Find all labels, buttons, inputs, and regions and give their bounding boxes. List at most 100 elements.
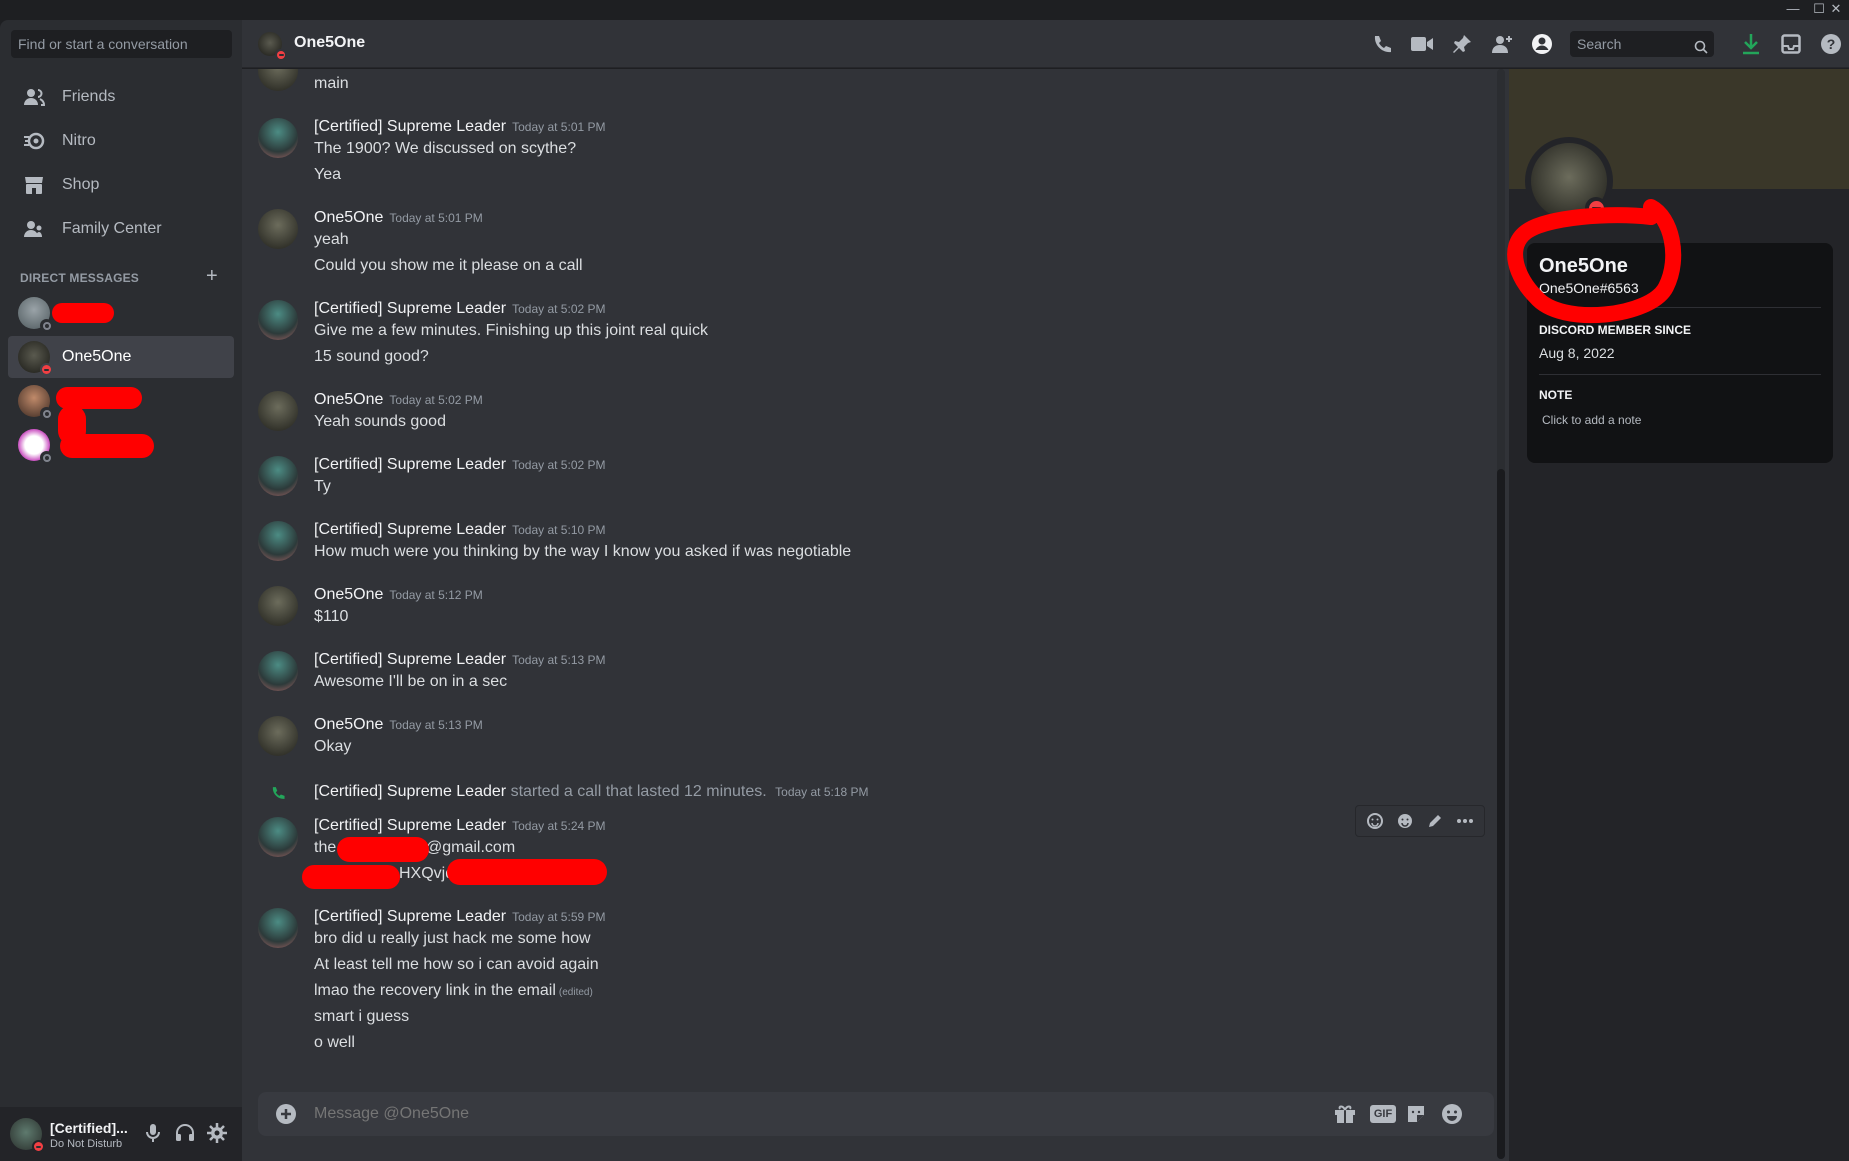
status-dnd-icon	[32, 1140, 45, 1153]
message-author[interactable]: [Certified] Supreme Leader	[314, 118, 506, 135]
avatar[interactable]	[258, 300, 298, 340]
avatar[interactable]	[258, 118, 298, 158]
note-input[interactable]: Click to add a note	[1542, 413, 1641, 427]
video-call-icon[interactable]	[1410, 32, 1434, 56]
help-icon[interactable]: ?	[1819, 32, 1843, 56]
status-offline-icon	[40, 319, 53, 332]
message-text: main	[314, 75, 349, 92]
nav-family-center[interactable]: Family Center	[8, 208, 234, 250]
message-composer: GIF	[258, 1092, 1494, 1136]
add-super-reaction-icon[interactable]	[1363, 809, 1387, 833]
avatar[interactable]	[258, 716, 298, 756]
dm-item-redacted-1[interactable]	[8, 292, 234, 334]
status-offline-icon	[40, 407, 53, 420]
message-author[interactable]: [Certified] Supreme Leader	[314, 651, 506, 668]
nav-shop[interactable]: Shop	[8, 164, 234, 206]
status-dnd-icon	[40, 363, 53, 376]
microphone-icon[interactable]	[141, 1121, 165, 1145]
settings-gear-icon[interactable]	[205, 1121, 229, 1145]
status-offline-icon	[40, 451, 53, 464]
message-text: smart i guess	[314, 1008, 410, 1025]
message-timestamp: Today at 5:02 PM	[512, 302, 606, 316]
message-author[interactable]: [Certified] Supreme Leader	[314, 300, 506, 317]
svg-text:?: ?	[1827, 36, 1836, 52]
close-window-button[interactable]: ✕	[1823, 0, 1849, 20]
edit-pencil-icon[interactable]	[1423, 809, 1447, 833]
upload-plus-icon[interactable]	[274, 1102, 298, 1126]
message-timestamp: Today at 5:24 PM	[512, 819, 606, 833]
message-author[interactable]: [Certified] Supreme Leader	[314, 817, 506, 834]
gift-icon[interactable]	[1333, 1102, 1357, 1126]
message-author[interactable]: [Certified] Supreme Leader	[314, 521, 506, 538]
message-author[interactable]: One5One	[314, 209, 383, 226]
avatar[interactable]	[258, 586, 298, 626]
family-center-icon	[22, 217, 46, 241]
user-name: [Certified]...	[50, 1120, 128, 1136]
avatar[interactable]	[258, 908, 298, 948]
more-options-icon[interactable]	[1453, 809, 1477, 833]
nav-friends[interactable]: Friends	[8, 76, 234, 118]
member-since-date: Aug 8, 2022	[1539, 345, 1615, 361]
message-timestamp: Today at 5:13 PM	[389, 718, 483, 732]
create-dm-plus-icon[interactable]: +	[206, 265, 218, 288]
user-profile-toggle-icon[interactable]	[1530, 32, 1554, 56]
scrollbar-thumb[interactable]	[1497, 469, 1505, 1159]
avatar	[18, 297, 53, 332]
dm-sidebar: Find or start a conversation Friends Nit…	[0, 20, 242, 1161]
avatar[interactable]	[258, 817, 298, 857]
message-text: HXQvjd	[399, 865, 455, 882]
find-conversation-button[interactable]: Find or start a conversation	[11, 30, 232, 58]
call-event: [Certified] Supreme Leader started a cal…	[314, 783, 869, 801]
message-text: $110	[314, 608, 349, 625]
message-text: Give me a few minutes. Finishing up this…	[314, 322, 708, 339]
message-text: Yeah sounds good	[314, 413, 446, 430]
inbox-icon[interactable]	[1779, 32, 1803, 56]
emoji-icon[interactable]	[1440, 1102, 1464, 1126]
redaction-scribble	[302, 865, 400, 889]
redaction-scribble	[60, 434, 154, 458]
message-text: yeah	[314, 231, 349, 248]
pinned-messages-icon[interactable]	[1450, 32, 1474, 56]
add-friends-to-dm-icon[interactable]	[1490, 32, 1514, 56]
message-text: o well	[314, 1034, 355, 1051]
message-text: 15 sound good?	[314, 348, 429, 365]
nav-nitro[interactable]: Nitro	[8, 120, 234, 162]
avatar[interactable]	[258, 456, 298, 496]
redaction-scribble	[337, 837, 429, 862]
message-author[interactable]: [Certified] Supreme Leader	[314, 908, 506, 925]
message-text: lmao the recovery link in the email (edit…	[314, 982, 593, 999]
download-icon[interactable]	[1739, 32, 1763, 56]
avatar[interactable]	[258, 391, 298, 431]
message-author[interactable]: [Certified] Supreme Leader	[314, 456, 506, 473]
message-text: The 1900? We discussed on scythe?	[314, 140, 577, 157]
avatar[interactable]	[258, 69, 298, 91]
search-input[interactable]: Search	[1570, 31, 1714, 57]
call-author[interactable]: [Certified] Supreme Leader	[314, 783, 506, 800]
message-hover-toolbar	[1355, 805, 1485, 837]
add-reaction-icon[interactable]	[1393, 809, 1417, 833]
sticker-icon[interactable]	[1404, 1102, 1428, 1126]
message-author[interactable]: One5One	[314, 586, 383, 603]
message-input[interactable]	[314, 1092, 1214, 1136]
status-dnd-icon	[275, 49, 286, 60]
headphones-icon[interactable]	[173, 1121, 197, 1145]
message-author[interactable]: One5One	[314, 391, 383, 408]
avatar[interactable]	[258, 651, 298, 691]
message-timestamp: Today at 5:10 PM	[512, 523, 606, 537]
nav-friends-label: Friends	[62, 88, 116, 105]
avatar[interactable]	[258, 209, 298, 249]
nav-family-center-label: Family Center	[62, 220, 162, 237]
dm-item-one5one[interactable]: One5One	[8, 336, 234, 378]
minimize-button[interactable]: —	[1780, 0, 1806, 20]
gif-label: GIF	[1370, 1105, 1396, 1123]
gif-icon[interactable]: GIF	[1369, 1102, 1397, 1126]
redaction-scribble	[52, 303, 114, 323]
edited-tag: (edited)	[558, 987, 593, 998]
message-text: Ty	[314, 478, 331, 495]
message-timestamp: Today at 5:02 PM	[512, 458, 606, 472]
message-author[interactable]: One5One	[314, 716, 383, 733]
phone-call-icon	[270, 785, 286, 806]
avatar[interactable]	[258, 521, 298, 561]
voice-call-icon[interactable]	[1370, 32, 1394, 56]
message-timestamp: Today at 5:02 PM	[389, 393, 483, 407]
